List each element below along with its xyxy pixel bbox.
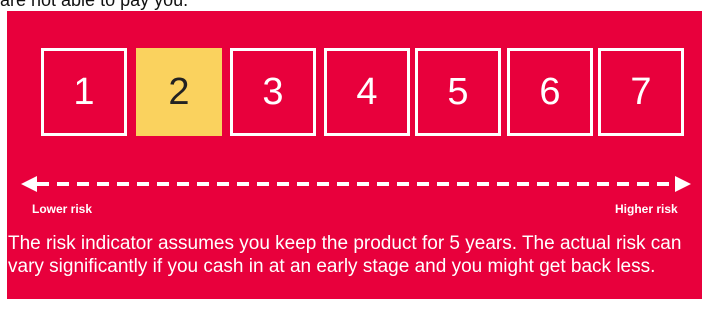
risk-scale: 1 2 3 4 5 6 7 bbox=[41, 48, 691, 142]
risk-note-text: The risk indicator assumes you keep the … bbox=[8, 233, 682, 277]
higher-risk-label: Higher risk bbox=[615, 202, 678, 216]
top-text-fragment: are not able to pay you. bbox=[0, 0, 189, 10]
lower-risk-label: Lower risk bbox=[32, 202, 93, 216]
risk-indicator-panel: 1 2 3 4 5 6 7 Lower risk Higher risk The… bbox=[7, 11, 702, 299]
risk-level-4: 4 bbox=[324, 48, 410, 136]
risk-level-7: 7 bbox=[598, 48, 684, 136]
risk-level-3: 3 bbox=[230, 48, 316, 136]
risk-level-5: 5 bbox=[415, 48, 501, 136]
risk-level-2-selected: 2 bbox=[136, 48, 222, 136]
double-headed-arrow-icon bbox=[21, 176, 691, 192]
risk-level-1: 1 bbox=[41, 48, 127, 136]
risk-level-6: 6 bbox=[507, 48, 593, 136]
